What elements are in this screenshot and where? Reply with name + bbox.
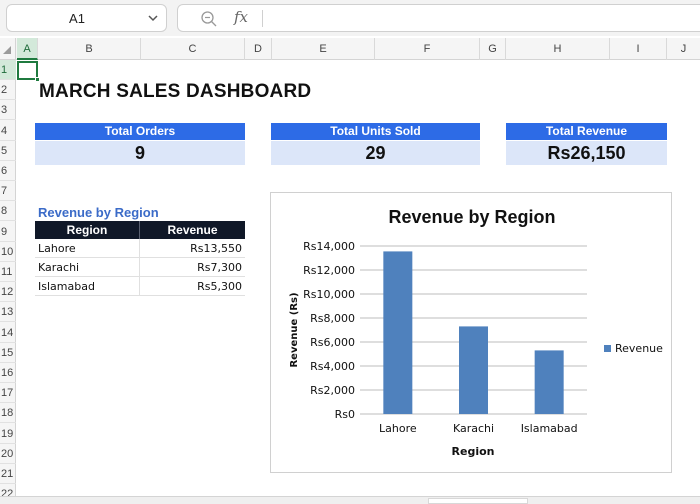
column-header-h[interactable]: H: [506, 38, 610, 60]
chart-x-tick-label: Lahore: [379, 422, 417, 435]
row-header-8[interactable]: 8: [0, 201, 16, 222]
row-header-19[interactable]: 19: [0, 424, 16, 444]
chart-bar-islamabad: [534, 350, 564, 414]
row-header-5[interactable]: 5: [0, 141, 16, 161]
row-header-9[interactable]: 9: [0, 222, 16, 242]
row-header-7[interactable]: 7: [0, 181, 16, 202]
row-header-column: 1 2 3 4 5 6 7 8 9 10 11 12 13 14 15 16 17 18 19 20 21 22: [0, 60, 16, 504]
table-cell-revenue[interactable]: Rs7,300: [140, 258, 245, 277]
kpi-total-orders-label: Total Orders: [35, 123, 245, 140]
row-header-18[interactable]: 18: [0, 403, 16, 424]
fx-icon[interactable]: fx: [234, 8, 248, 26]
chart-x-axis-label: Region: [452, 445, 495, 458]
table-cell-region[interactable]: Karachi: [35, 258, 140, 277]
table-header-row: Region Revenue: [35, 221, 245, 239]
kpi-total-orders-value: 9: [35, 141, 245, 165]
table-cell-revenue[interactable]: Rs13,550: [140, 239, 245, 258]
row-header-16[interactable]: 16: [0, 363, 16, 383]
kpi-total-units-value: 29: [271, 141, 480, 165]
row-header-12[interactable]: 12: [0, 282, 16, 303]
chart-y-tick-label: Rs14,000: [303, 240, 355, 253]
kpi-total-revenue-label: Total Revenue: [506, 123, 667, 140]
table-cell-region[interactable]: Islamabad: [35, 277, 140, 296]
name-box-value: A1: [69, 11, 85, 26]
chart-y-tick-label: Rs8,000: [310, 312, 355, 325]
row-header-10[interactable]: 10: [0, 242, 16, 262]
chart-x-tick-label: Karachi: [453, 422, 494, 435]
table-header-revenue: Revenue: [140, 221, 245, 239]
select-all-button[interactable]: [0, 38, 16, 60]
formula-bar: A1 fx: [0, 0, 700, 36]
spreadsheet-app: A1 fx A B C D E F G H I J 12345 6 7 8 9 …: [0, 0, 700, 504]
chart-y-tick-label: Rs6,000: [310, 336, 355, 349]
column-header-i[interactable]: I: [610, 38, 667, 60]
chart-title: Revenue by Region: [388, 207, 555, 227]
chart-y-tick-label: Rs0: [335, 408, 355, 421]
region-table: Region Revenue Lahore Rs13,550 Karachi R…: [35, 221, 245, 296]
chart-bar-karachi: [459, 326, 488, 414]
kpi-total-revenue-value: Rs26,150: [506, 141, 667, 165]
column-header-b[interactable]: B: [38, 38, 141, 60]
row-header-21[interactable]: 21: [0, 464, 16, 484]
chart-y-tick-label: Rs4,000: [310, 360, 355, 373]
chart-y-axis-label: Revenue (Rs): [289, 292, 300, 367]
row-header-20[interactable]: 20: [0, 444, 16, 464]
column-header-a[interactable]: A: [17, 38, 38, 60]
table-header-region: Region: [35, 221, 140, 239]
formula-input[interactable]: fx: [177, 4, 700, 32]
column-header-e[interactable]: E: [272, 38, 375, 60]
kpi-total-units-label: Total Units Sold: [271, 123, 480, 140]
column-header-f[interactable]: F: [375, 38, 480, 60]
chart-legend-label: Revenue: [615, 342, 663, 355]
chart-x-tick-label: Islamabad: [521, 422, 578, 435]
region-table-heading: Revenue by Region: [38, 205, 159, 220]
chart-bar-lahore: [383, 251, 413, 414]
worksheet-grid[interactable]: MARCH SALES DASHBOARD Total Orders 9 Tot…: [17, 61, 700, 504]
select-all-triangle-icon: [3, 46, 11, 54]
chart-y-tick-label: Rs12,000: [303, 264, 355, 277]
row-header-2[interactable]: 2: [0, 80, 16, 101]
row-header-3[interactable]: 3: [0, 100, 16, 121]
row-header-14[interactable]: 14: [0, 323, 16, 343]
table-row: Karachi Rs7,300: [35, 258, 245, 277]
table-row: Lahore Rs13,550: [35, 239, 245, 258]
column-header-c[interactable]: C: [141, 38, 245, 60]
row-header-6[interactable]: 6: [0, 161, 16, 181]
column-header-j[interactable]: J: [667, 38, 700, 60]
table-row: Islamabad Rs5,300: [35, 277, 245, 296]
horizontal-scrollbar[interactable]: [0, 496, 700, 504]
zoom-search-icon[interactable]: [200, 10, 218, 28]
dashboard-title: MARCH SALES DASHBOARD: [39, 81, 312, 102]
row-header-4[interactable]: 4: [0, 121, 16, 141]
chart-y-tick-label: Rs2,000: [310, 384, 355, 397]
chevron-down-icon[interactable]: [146, 11, 160, 25]
revenue-chart[interactable]: Revenue by Region Rs0 Rs2,000 Rs4,000 Rs6,00…: [270, 192, 672, 473]
column-header-g[interactable]: G: [480, 38, 506, 60]
column-header-d[interactable]: D: [245, 38, 272, 60]
row-header-1[interactable]: 1: [0, 60, 16, 80]
row-header-11[interactable]: 11: [0, 262, 16, 282]
row-header-17[interactable]: 17: [0, 383, 16, 404]
name-box[interactable]: A1: [6, 4, 167, 32]
table-cell-region[interactable]: Lahore: [35, 239, 140, 258]
scrollbar-thumb[interactable]: [428, 498, 528, 504]
table-cell-revenue[interactable]: Rs5,300: [140, 277, 245, 296]
chart-y-tick-label: Rs10,000: [303, 288, 355, 301]
column-header-row: A B C D E F G H I J: [0, 38, 700, 60]
chart-legend-swatch: [604, 345, 611, 352]
row-header-13[interactable]: 13: [0, 302, 16, 323]
active-cell-a1[interactable]: [17, 61, 40, 82]
revenue-chart-svg: Revenue by Region Rs0 Rs2,000 Rs4,000 Rs6,00…: [289, 207, 663, 458]
formula-divider: [262, 10, 263, 27]
row-header-15[interactable]: 15: [0, 343, 16, 363]
